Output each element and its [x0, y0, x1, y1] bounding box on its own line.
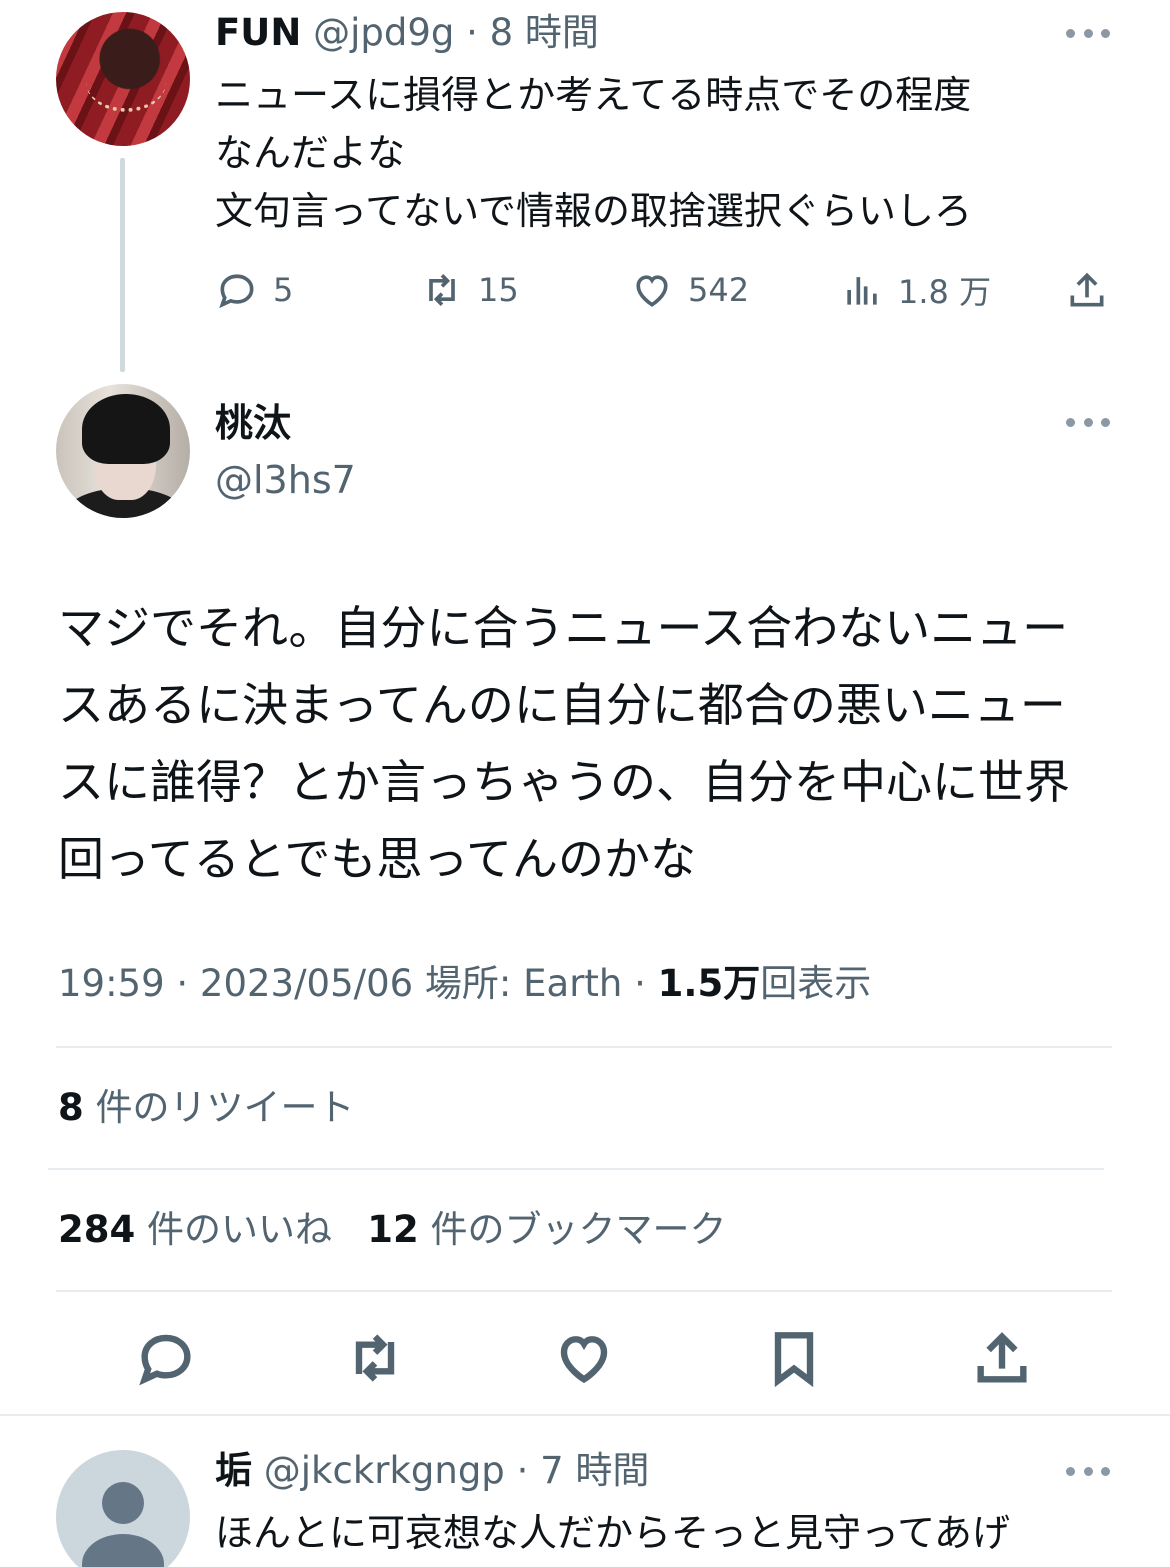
retweet-count: 15: [478, 271, 519, 309]
tweet-timestamp[interactable]: 19:59 · 2023/05/06 場所: Earth · 1.5万回表示: [58, 958, 871, 1010]
handle[interactable]: @l3hs7: [215, 455, 356, 505]
bookmark-total: 12: [367, 1208, 419, 1251]
tweet-text: マジでそれ。自分に合うニュース合わないニュー スあるに決まってんのに自分に都合の…: [58, 590, 1118, 898]
handle[interactable]: @jpd9g: [313, 11, 454, 54]
views-button[interactable]: 1.8 万: [840, 262, 991, 318]
retweets-stat[interactable]: 8 件のリツイート: [58, 1083, 355, 1133]
tweet-detail-page: FUN @jpd9g · 8 時間 ニュースに損得とか考えてる時点でその程度 な…: [0, 0, 1170, 1567]
heart-icon: [636, 275, 668, 307]
heart-icon: [560, 1336, 608, 1384]
display-name[interactable]: FUN: [215, 11, 301, 54]
reply-count: 5: [273, 271, 294, 309]
like-total: 284: [58, 1208, 136, 1251]
like-count: 542: [688, 271, 750, 309]
tweet-text-line: 文句言ってないで情報の取捨選択ぐらいしろ: [215, 189, 972, 233]
engagement-stats: 284 件のいいね 12 件のブックマーク: [58, 1205, 727, 1255]
retweet-total: 8: [58, 1086, 84, 1129]
reply-icon: [139, 1334, 191, 1386]
divider: [0, 1414, 1170, 1416]
display-name[interactable]: 垢: [215, 1449, 252, 1492]
retweet-button[interactable]: 15: [420, 262, 519, 318]
avatar[interactable]: [56, 384, 190, 518]
bookmark-button[interactable]: [762, 1326, 826, 1390]
share-icon: [977, 1332, 1027, 1383]
tweet-text-line: スに誰得？とか言っちゃうの、自分を中心に世界: [58, 755, 1070, 809]
tweet-text: ほんとに可哀想な人だからそっと見守ってあげ: [215, 1504, 1115, 1562]
tweet-header: FUN @jpd9g · 8 時間: [215, 10, 599, 56]
reply-button[interactable]: [134, 1326, 198, 1390]
share-icon: [1070, 272, 1104, 307]
handle[interactable]: @jkckrkgngp: [264, 1449, 505, 1492]
tweet-text: ニュースに損得とか考えてる時点でその程度 なんだよな 文句言ってないで情報の取捨…: [215, 66, 1115, 240]
tweet-text-line: ほんとに可哀想な人だからそっと見守ってあげ: [215, 1511, 1010, 1555]
display-name[interactable]: 桃汰: [215, 398, 291, 448]
reply-icon: [219, 274, 254, 309]
views-icon: [847, 277, 877, 305]
more-icon[interactable]: [1066, 415, 1110, 429]
timestamp[interactable]: · 8 時間: [466, 11, 599, 54]
tweet-actions: 5 15 542 1.8 万: [215, 262, 1110, 318]
divider: [56, 1046, 1112, 1048]
retweet-label: 件のリツイート: [83, 1086, 355, 1129]
bookmarks-stat[interactable]: 12 件のブックマーク: [367, 1208, 726, 1251]
more-icon[interactable]: [1066, 1464, 1110, 1478]
tweet-header: 垢 @jkckrkgngp · 7 時間: [215, 1448, 649, 1494]
retweet-button[interactable]: [343, 1326, 407, 1390]
parent-tweet[interactable]: FUN @jpd9g · 8 時間 ニュースに損得とか考えてる時点でその程度 な…: [0, 0, 1170, 380]
like-label: 件のいいね: [135, 1208, 332, 1251]
thread-connector: [120, 158, 125, 372]
bookmark-label: 件のブックマーク: [418, 1208, 727, 1251]
timestamp-text: 19:59 · 2023/05/06 場所: Earth ·: [58, 962, 658, 1005]
tweet-text-line: なんだよな: [215, 131, 406, 175]
like-button[interactable]: 542: [630, 262, 749, 318]
tweet-text-line: スあるに決まってんのに自分に都合の悪いニュー: [58, 678, 1066, 732]
tweet-text-line: 回ってるとでも思ってんのかな: [58, 832, 697, 886]
bookmark-icon: [774, 1332, 814, 1388]
tweet-actions: [0, 1320, 1170, 1400]
share-button[interactable]: [970, 1326, 1034, 1390]
divider: [48, 1168, 1104, 1170]
like-button[interactable]: [552, 1326, 616, 1390]
retweet-icon: [355, 1334, 395, 1382]
likes-stat[interactable]: 284 件のいいね: [58, 1208, 332, 1251]
more-icon[interactable]: [1066, 26, 1110, 40]
view-count: 1.5万: [657, 962, 761, 1005]
views-count: 1.8 万: [898, 273, 992, 311]
retweet-icon: [429, 274, 455, 306]
avatar[interactable]: [56, 12, 190, 146]
tweet-text-line: ニュースに損得とか考えてる時点でその程度: [215, 73, 972, 117]
reply-button[interactable]: 5: [215, 262, 293, 318]
view-label: 回表示: [760, 962, 872, 1005]
avatar[interactable]: [56, 1450, 190, 1567]
tweet-text-line: マジでそれ。自分に合うニュース合わないニュー: [58, 601, 1069, 655]
divider: [56, 1290, 1112, 1292]
timestamp[interactable]: · 7 時間: [517, 1449, 650, 1492]
share-button[interactable]: [1065, 262, 1109, 318]
